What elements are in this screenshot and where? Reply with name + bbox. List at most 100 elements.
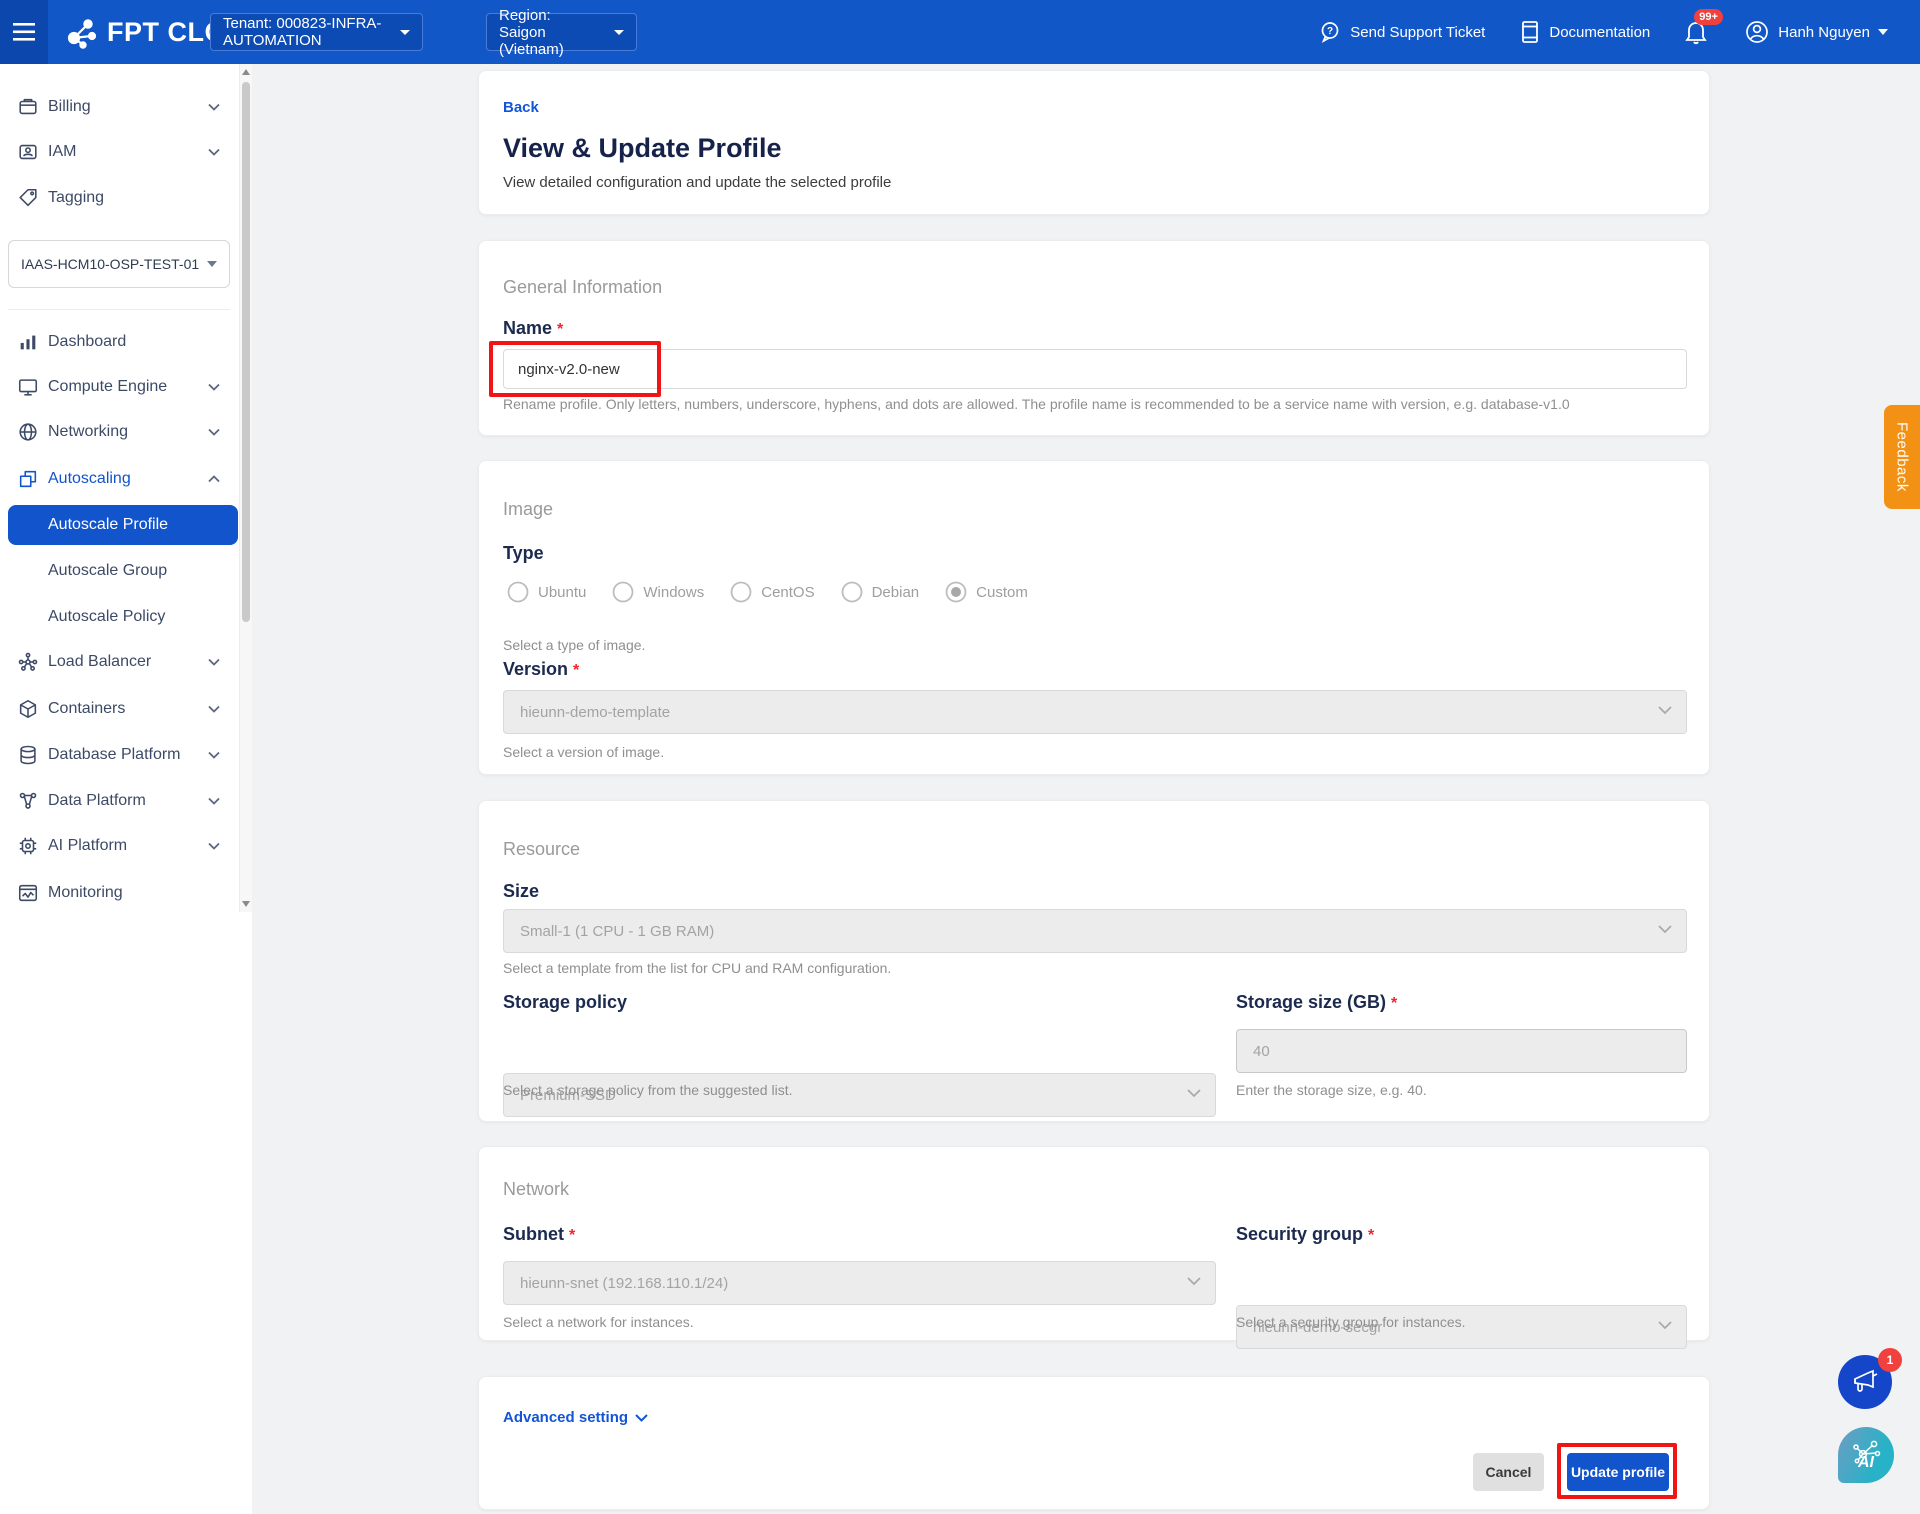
- sidebar-item-label: Containers: [48, 700, 125, 718]
- security-group-label: Security group: [1236, 1224, 1363, 1244]
- advanced-setting-label: Advanced setting: [503, 1409, 628, 1426]
- version-select[interactable]: hieunn-demo-template: [503, 690, 1687, 734]
- storage-size-input[interactable]: 40: [1236, 1029, 1687, 1073]
- sidebar-item-compute-engine[interactable]: Compute Engine: [0, 367, 238, 407]
- type-label: Type: [503, 543, 544, 564]
- chevron-down-icon: [208, 653, 220, 671]
- radio-option-windows[interactable]: Windows: [612, 581, 704, 603]
- radio-selected-icon: [945, 581, 967, 603]
- sidebar-item-iam[interactable]: IAM: [0, 132, 238, 172]
- sidebar-item-autoscale-policy[interactable]: Autoscale Policy: [0, 597, 238, 637]
- radio-option-debian[interactable]: Debian: [841, 581, 920, 603]
- sidebar-item-label: Autoscale Group: [48, 562, 167, 580]
- cancel-button[interactable]: Cancel: [1473, 1453, 1544, 1491]
- hamburger-menu-button[interactable]: [0, 0, 48, 64]
- section-title-image: Image: [503, 499, 553, 520]
- sidebar-item-billing[interactable]: Billing: [0, 87, 238, 127]
- size-select[interactable]: Small-1 (1 CPU - 1 GB RAM): [503, 909, 1687, 953]
- region-selector[interactable]: Region: Saigon (Vietnam): [486, 13, 637, 51]
- sidebar-item-data-platform[interactable]: Data Platform: [0, 781, 238, 821]
- compute-icon: [16, 375, 40, 399]
- sidebar-scrollbar[interactable]: [239, 64, 252, 912]
- sidebar-item-monitoring[interactable]: Monitoring: [0, 873, 238, 913]
- scroll-down-arrow[interactable]: [242, 901, 250, 907]
- sidebar-item-label: Autoscale Policy: [48, 608, 165, 626]
- tagging-icon: [16, 186, 40, 210]
- project-name: IAAS-HCM10-OSP-TEST-01: [21, 256, 199, 272]
- svg-text:?: ?: [1327, 26, 1333, 37]
- announcement-count-badge: 1: [1878, 1348, 1902, 1372]
- sidebar-item-label: Autoscaling: [48, 470, 131, 488]
- sidebar-item-label: Tagging: [48, 189, 104, 207]
- ai-label: AI: [1858, 1454, 1874, 1472]
- sidebar-item-dashboard[interactable]: Dashboard: [0, 322, 238, 362]
- chevron-down-icon: [1658, 925, 1672, 934]
- sidebar-item-label: Dashboard: [48, 333, 126, 351]
- sidebar-item-label: Load Balancer: [48, 653, 151, 671]
- name-label: Name: [503, 318, 552, 338]
- storage-size-label: Storage size (GB): [1236, 992, 1386, 1012]
- back-link[interactable]: Back: [503, 99, 539, 116]
- tenant-selector[interactable]: Tenant: 000823-INFRA-AUTOMATION: [210, 13, 423, 51]
- storage-size-helper: Enter the storage size, e.g. 40.: [1236, 1082, 1427, 1098]
- chevron-down-icon: [207, 261, 217, 267]
- book-icon: [1519, 20, 1541, 44]
- scrollbar-thumb[interactable]: [242, 82, 250, 622]
- sidebar: Billing IAM Tagging IAAS-HCM10-OSP-TEST-01…: [0, 64, 252, 912]
- ai-assistant-button[interactable]: AI: [1838, 1427, 1894, 1483]
- sidebar-item-ai-platform[interactable]: AI Platform: [0, 826, 238, 866]
- sidebar-item-autoscale-profile[interactable]: Autoscale Profile: [8, 505, 238, 545]
- name-input[interactable]: [503, 349, 1687, 389]
- feedback-tab[interactable]: Feedback: [1884, 405, 1920, 509]
- radio-option-ubuntu[interactable]: Ubuntu: [507, 581, 586, 603]
- advanced-setting-toggle[interactable]: Advanced setting: [503, 1409, 648, 1426]
- loadbalancer-icon: [16, 650, 40, 674]
- size-helper-text: Select a template from the list for CPU …: [503, 960, 891, 976]
- notification-count-badge: 99+: [1694, 9, 1723, 25]
- chevron-up-icon: [208, 470, 220, 488]
- sidebar-item-database-platform[interactable]: Database Platform: [0, 735, 238, 775]
- chevron-down-icon: [1187, 1089, 1201, 1098]
- support-label: Send Support Ticket: [1350, 24, 1485, 41]
- dashboard-icon: [16, 330, 40, 354]
- user-menu[interactable]: Hanh Nguyen: [1744, 19, 1888, 45]
- radio-option-centos[interactable]: CentOS: [730, 581, 814, 603]
- sidebar-item-tagging[interactable]: Tagging: [0, 178, 238, 218]
- support-chat-icon: ?: [1318, 20, 1342, 44]
- chevron-down-icon: [400, 30, 410, 35]
- sidebar-item-autoscale-group[interactable]: Autoscale Group: [0, 551, 238, 591]
- chevron-down-icon: [208, 98, 220, 116]
- sidebar-item-load-balancer[interactable]: Load Balancer: [0, 642, 238, 682]
- resource-card: Resource Size Small-1 (1 CPU - 1 GB RAM)…: [478, 800, 1710, 1122]
- general-information-card: General Information Name* Rename profile…: [478, 240, 1710, 436]
- monitoring-icon: [16, 881, 40, 905]
- project-selector[interactable]: IAAS-HCM10-OSP-TEST-01: [8, 240, 230, 288]
- megaphone-icon: [1851, 1369, 1879, 1395]
- documentation-button[interactable]: Documentation: [1519, 20, 1650, 44]
- sidebar-item-label: Compute Engine: [48, 378, 167, 396]
- sidebar-item-containers[interactable]: Containers: [0, 689, 238, 729]
- sidebar-item-label: IAM: [48, 143, 76, 161]
- chevron-down-icon: [208, 792, 220, 810]
- send-support-ticket-button[interactable]: ? Send Support Ticket: [1318, 20, 1485, 44]
- subnet-select[interactable]: hieunn-snet (192.168.110.1/24): [503, 1261, 1216, 1305]
- radio-option-custom[interactable]: Custom: [945, 581, 1028, 603]
- radio-unselected-icon: [841, 581, 863, 603]
- hamburger-icon: [13, 23, 35, 41]
- required-asterisk: *: [557, 321, 563, 338]
- fpt-molecule-icon: [63, 14, 99, 50]
- notifications-button[interactable]: 99+: [1684, 19, 1710, 45]
- storage-size-value: 40: [1253, 1043, 1270, 1060]
- section-title-network: Network: [503, 1179, 569, 1200]
- radio-unselected-icon: [507, 581, 529, 603]
- scroll-up-arrow[interactable]: [242, 69, 250, 75]
- radio-label: Windows: [643, 584, 704, 601]
- size-label: Size: [503, 881, 539, 902]
- autoscaling-icon: [16, 467, 40, 491]
- database-icon: [16, 743, 40, 767]
- chevron-down-icon: [208, 143, 220, 161]
- region-label: Region: Saigon (Vietnam): [499, 7, 600, 58]
- name-helper-text: Rename profile. Only letters, numbers, u…: [503, 396, 1570, 412]
- sidebar-item-networking[interactable]: Networking: [0, 412, 238, 452]
- sidebar-item-autoscaling[interactable]: Autoscaling: [0, 459, 238, 499]
